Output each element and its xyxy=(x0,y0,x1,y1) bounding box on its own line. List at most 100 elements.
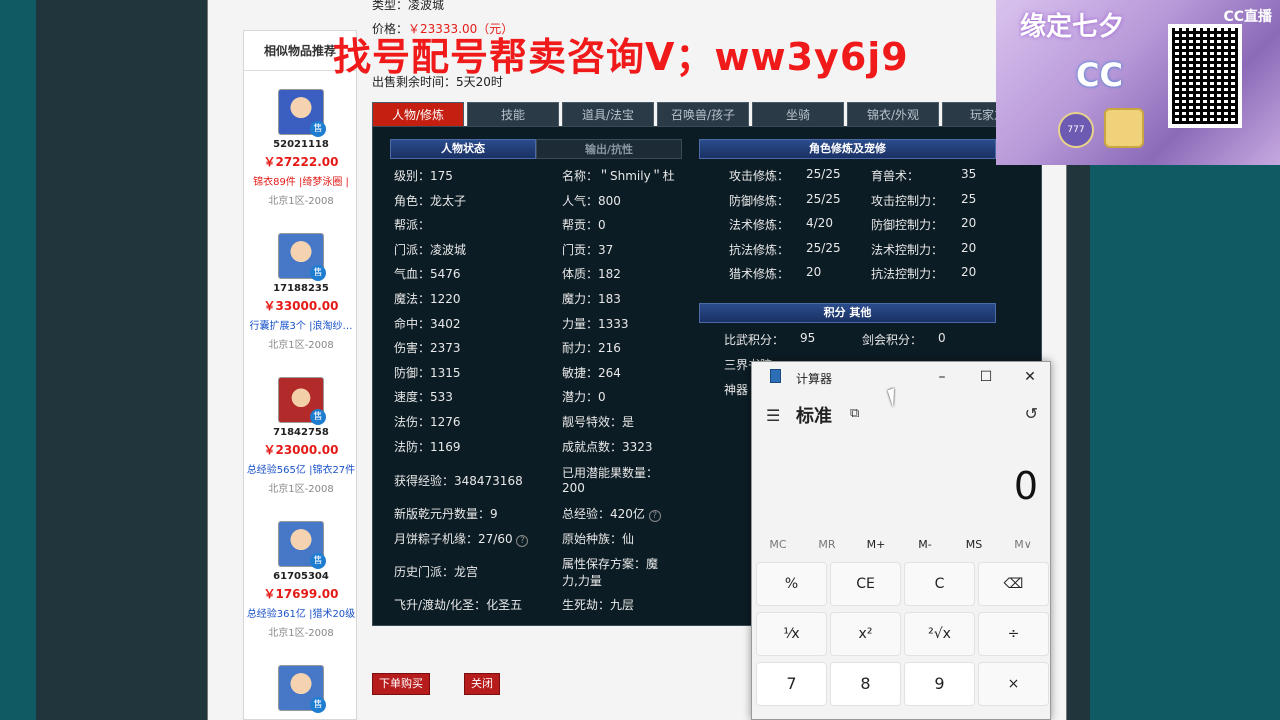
rec-item[interactable]: 售 52021118 ￥27222.00 锦衣89件 |绮梦泳圈 | 北京1区-… xyxy=(244,89,358,207)
gift-badge-icon xyxy=(1104,108,1144,148)
cultivation-header: 角色修炼及宠修 xyxy=(699,139,996,159)
stat-total-exp: 总经验：420亿 ? xyxy=(562,505,661,522)
memory-recall-button[interactable]: MR xyxy=(807,538,847,551)
rec-item[interactable]: 售 71842758 ￥23000.00 总经验565亿 |锦衣27件 北京1区… xyxy=(244,377,358,495)
tab-pets[interactable]: 召唤兽/孩子 xyxy=(657,102,749,126)
stat-row: 速度：533 xyxy=(394,390,453,405)
divide-button[interactable]: ÷ xyxy=(978,612,1049,656)
stat-row: 气血：5476 xyxy=(394,267,461,282)
cultivation-cell: 育兽术： xyxy=(871,169,920,183)
buy-button[interactable]: 下单购买 xyxy=(372,673,430,695)
memory-clear-button[interactable]: MC xyxy=(758,538,798,551)
promo-banner[interactable]: 缘定七夕 CC直播 CC 777 xyxy=(996,0,1280,165)
rec-item[interactable]: 售 xyxy=(244,665,358,713)
stat-exp: 获得经验：348473168 xyxy=(394,474,523,488)
help-icon[interactable]: ? xyxy=(648,510,661,522)
cultivation-cell: 猎术修炼： xyxy=(729,267,790,282)
qr-code-icon[interactable] xyxy=(1168,24,1242,128)
tab-character[interactable]: 人物/修炼 xyxy=(372,102,464,126)
keep-on-top-icon[interactable]: ⧉ xyxy=(850,406,859,421)
stat-history-sect: 历史门派：龙宫 xyxy=(394,565,479,579)
stat-mooncake-text: 月饼粽子机缘：27/60 xyxy=(394,532,513,546)
stat-row: 敏捷：264 xyxy=(562,365,621,380)
digit-8-button[interactable]: 8 xyxy=(830,662,901,706)
square-root-button[interactable]: ²√x xyxy=(904,612,975,656)
square-button[interactable]: x² xyxy=(830,612,901,656)
memory-list-button[interactable]: M∨ xyxy=(1003,538,1043,551)
stat-row: 角色：龙太子 xyxy=(394,193,467,208)
cultivation-cell: 25/25 xyxy=(806,240,841,255)
badge-777: 777 xyxy=(1058,112,1094,148)
close-icon[interactable]: ✕ xyxy=(1020,368,1040,388)
rec-item-desc[interactable]: 总经验361亿 |猎术20级 xyxy=(244,605,358,620)
stat-row: 命中：3402 xyxy=(394,316,461,331)
menu-icon[interactable]: ☰ xyxy=(766,406,780,425)
memory-subtract-button[interactable]: M- xyxy=(905,538,945,551)
avatar[interactable]: 售 xyxy=(278,665,326,713)
maximize-icon[interactable]: ☐ xyxy=(976,368,996,388)
cultivation-cell: 法术修炼： xyxy=(729,218,790,233)
rec-item-price: ￥17699.00 xyxy=(263,587,339,601)
stat-row: 耐力：216 xyxy=(562,341,621,356)
backspace-button[interactable]: ⌫ xyxy=(978,562,1049,606)
stat-row: 魔法：1220 xyxy=(394,292,461,306)
rec-item-server: 北京1区-2008 xyxy=(268,196,334,207)
avatar[interactable]: 售 xyxy=(278,89,326,137)
stat-total-exp-text: 总经验：420亿 xyxy=(562,507,645,521)
history-icon[interactable]: ↺ xyxy=(1025,404,1038,423)
memory-store-button[interactable]: MS xyxy=(954,538,994,551)
stat-row: 人气：800 xyxy=(562,193,621,208)
memory-add-button[interactable]: M+ xyxy=(856,538,896,551)
sell-tag: 售 xyxy=(310,553,326,569)
calculator-app-icon xyxy=(770,369,781,383)
stat-row: 门派：凌波城 xyxy=(394,242,467,257)
avatar[interactable]: 售 xyxy=(278,233,326,281)
score-cell: 剑会积分： xyxy=(862,333,923,347)
multiply-button[interactable]: × xyxy=(978,662,1049,706)
reciprocal-button[interactable]: ¹⁄x xyxy=(756,612,827,656)
screen: 类型：凌波城 价格：￥23333.00（元） 出售剩余时间：5天20时 相似物品… xyxy=(0,0,1280,720)
stat-row: 伤害：2373 xyxy=(394,341,461,356)
cultivation-cell: 攻击控制力： xyxy=(871,193,944,208)
clear-button[interactable]: C xyxy=(904,562,975,606)
stat-row: 魔力：183 xyxy=(562,292,621,306)
cc-logo: CC xyxy=(1076,56,1123,94)
stat-ascension: 飞升/渡劫/化圣：化圣五 xyxy=(394,598,523,612)
stat-row: 名称：＂Shmily＂杜 xyxy=(562,169,675,183)
digit-7-button[interactable]: 7 xyxy=(756,662,827,706)
avatar[interactable]: 售 xyxy=(278,521,326,569)
rec-item-id: 71842758 xyxy=(273,427,329,438)
stat-row: 防御：1315 xyxy=(394,365,461,380)
tab-items[interactable]: 道具/法宝 xyxy=(562,102,654,126)
digit-9-button[interactable]: 9 xyxy=(904,662,975,706)
close-button[interactable]: 关闭 xyxy=(464,673,500,695)
stat-row: 法伤：1276 xyxy=(394,415,461,429)
left-edge xyxy=(0,0,36,720)
tab-mounts[interactable]: 坐骑 xyxy=(752,102,844,126)
sell-tag: 售 xyxy=(310,697,326,713)
sell-tag: 售 xyxy=(310,409,326,425)
calculator-window: 计算器 – ☐ ✕ ☰ 标准 ⧉ ↺ 0 MC MR M+ M- MS M∨ %… xyxy=(751,361,1051,720)
minimize-icon[interactable]: – xyxy=(932,368,952,388)
rec-item[interactable]: 售 61705304 ￥17699.00 总经验361亿 |猎术20级 北京1区… xyxy=(244,521,358,639)
percent-button[interactable]: % xyxy=(756,562,827,606)
rec-item[interactable]: 售 17188235 ￥33000.00 行囊扩展3个 |浪淘纱… 北京1区-2… xyxy=(244,233,358,351)
tab-skills[interactable]: 技能 xyxy=(467,102,559,126)
rec-item-desc[interactable]: 锦衣89件 |绮梦泳圈 | xyxy=(244,173,358,188)
tab-outfits[interactable]: 锦衣/外观 xyxy=(847,102,939,126)
rec-item-price: ￥27222.00 xyxy=(263,155,339,169)
type-value: 凌波城 xyxy=(408,0,445,12)
help-icon[interactable]: ? xyxy=(516,535,529,547)
clear-entry-button[interactable]: CE xyxy=(830,562,901,606)
output-header[interactable]: 输出/抗性 xyxy=(536,139,682,159)
rec-item-desc[interactable]: 总经验565亿 |锦衣27件 xyxy=(244,461,358,476)
stat-row: 潜力：0 xyxy=(562,390,606,405)
cultivation-cell: 20 xyxy=(961,240,977,255)
calculator-mode: 标准 xyxy=(796,406,832,427)
rec-item-desc[interactable]: 行囊扩展3个 |浪淘纱… xyxy=(244,317,358,332)
calculator-title: 计算器 xyxy=(796,372,833,386)
status-header[interactable]: 人物状态 xyxy=(390,139,536,159)
tab-player[interactable]: 玩家之 xyxy=(942,102,997,126)
avatar[interactable]: 售 xyxy=(278,377,326,425)
similar-items-panel: 相似物品推荐 售 52021118 ￥27222.00 锦衣89件 |绮梦泳圈 … xyxy=(243,30,357,720)
